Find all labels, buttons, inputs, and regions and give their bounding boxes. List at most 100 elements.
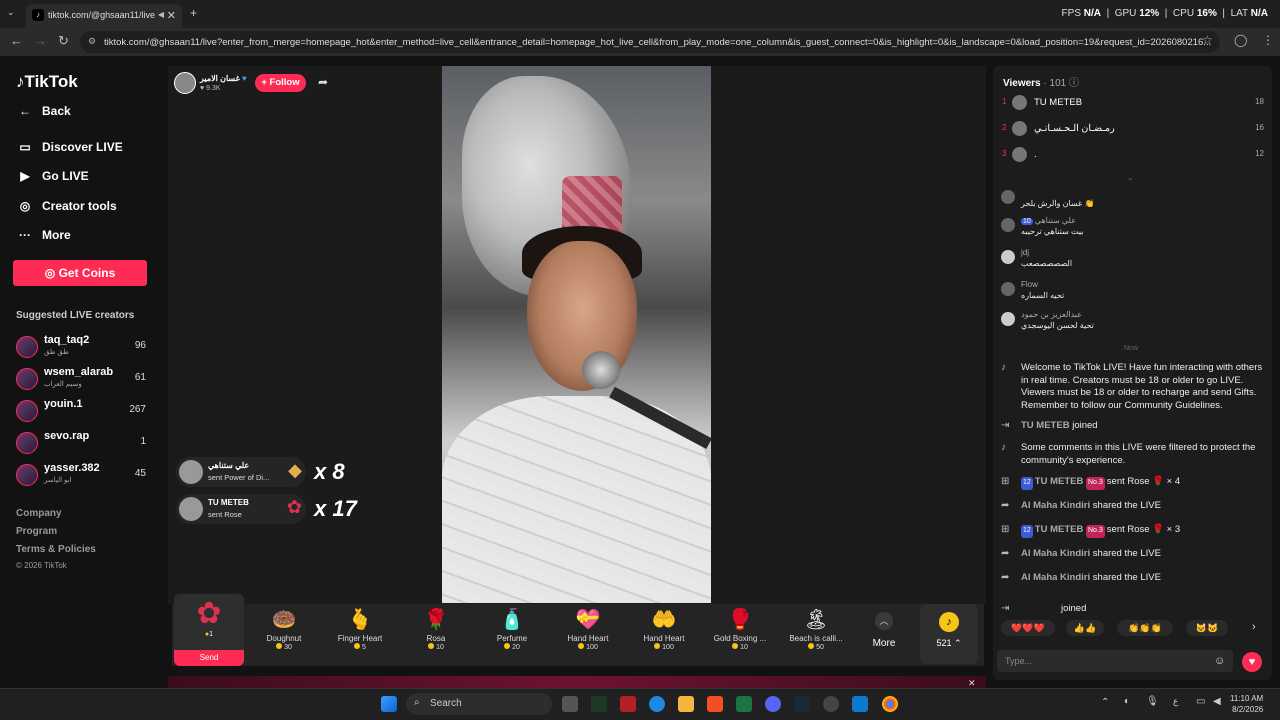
footer-link-program[interactable]: Program <box>16 526 57 537</box>
quick-reaction[interactable]: 👏👏👏 <box>1117 620 1173 636</box>
filter-text: Some comments in this LIVE were filtered… <box>1021 442 1256 466</box>
browser-tab[interactable]: ♪ tiktok.com/@ghsaan11/live ◀ ✕ <box>26 4 182 28</box>
gift-gold-boxing[interactable]: 🥊 Gold Boxing ... 10 <box>705 606 775 662</box>
gift-hand-heart-2[interactable]: 🤲 Hand Heart 100 <box>629 606 699 662</box>
coin-balance-button[interactable]: ♪ 521 ⌃ <box>920 604 978 664</box>
enter-icon: ⇥ <box>1001 603 1010 614</box>
event-text: 12 TU METEB No.3 sent Rose 🌹 × 3 <box>1021 524 1263 538</box>
new-tab-button[interactable]: + <box>190 6 197 20</box>
steam-icon[interactable] <box>794 696 810 712</box>
emoji-icon[interactable]: ☺ <box>1214 655 1225 667</box>
task-view-icon[interactable] <box>562 696 578 712</box>
language-icon[interactable]: ع <box>1173 696 1178 707</box>
chat-input[interactable]: Type... <box>997 650 1233 672</box>
discord-icon[interactable] <box>765 696 781 712</box>
reload-icon[interactable]: ↻ <box>58 33 69 49</box>
promo-banner[interactable] <box>168 676 986 688</box>
viewer-score: 16 <box>1255 123 1264 132</box>
share-icon[interactable]: ➦ <box>318 75 328 89</box>
file-explorer-icon[interactable] <box>678 696 694 712</box>
tiktok-logo[interactable]: ♪TikTok <box>16 72 78 92</box>
forward-arrow-icon[interactable]: → <box>34 33 47 48</box>
suggested-creator[interactable]: sevo.rap 1 <box>16 430 146 460</box>
verified-heart-icon: ♥ <box>242 74 247 83</box>
suggested-creator[interactable]: wsem_alarab وسيم العراب 61 <box>16 366 146 396</box>
app-icon[interactable] <box>591 696 607 712</box>
back-arrow-icon[interactable]: ← <box>10 33 23 48</box>
bookmark-star-icon[interactable]: ☆ <box>1202 33 1213 47</box>
suggested-creator[interactable]: youin.1 267 <box>16 398 146 428</box>
suggested-creator[interactable]: taq_taq2 طق طق 96 <box>16 334 146 364</box>
get-coins-label: Get Coins <box>58 266 116 280</box>
gift-hand-heart[interactable]: 💝 Hand Heart 100 <box>553 606 623 662</box>
gift-name: Finger Heart <box>337 634 383 643</box>
gift-finger-heart[interactable]: 🫰 Finger Heart 5 <box>325 606 395 662</box>
app-icon[interactable] <box>620 696 636 712</box>
sidebar-item-discover-live[interactable]: ▭ Discover LIVE <box>16 140 122 154</box>
network-icon[interactable]: ▭ <box>1196 696 1205 707</box>
tab-list-icon[interactable]: ⌄ <box>7 7 15 18</box>
viewers-header[interactable]: Viewers · 101 ⓘ <box>1003 74 1079 89</box>
quick-reaction[interactable]: ❤️❤️❤️ <box>1001 620 1055 636</box>
logo-text: TikTok <box>24 72 78 91</box>
join-message: ⇥ joined <box>1001 603 1263 615</box>
profile-icon[interactable]: ◯ <box>1234 33 1247 47</box>
comment-user: عبدالعزيز بن حمود <box>1021 310 1082 319</box>
get-coins-button[interactable]: ◎ Get Coins <box>13 260 147 286</box>
event-action: shared the LIVE <box>1092 548 1161 559</box>
footer-link-company[interactable]: Company <box>16 508 62 519</box>
tray-app-icon[interactable]: ◐ <box>1124 696 1130 707</box>
close-tab-icon[interactable]: ✕ <box>167 9 176 22</box>
viewer-row[interactable]: 3 . 12 <box>1002 147 1264 165</box>
site-info-icon[interactable]: ⚙ <box>88 36 96 47</box>
sidebar-item-go-live[interactable]: ▶ Go LIVE <box>16 169 88 183</box>
excel-icon[interactable] <box>736 696 752 712</box>
chrome-icon[interactable] <box>882 696 898 712</box>
edge-browser-icon[interactable] <box>649 696 665 712</box>
footer-link-terms[interactable]: Terms & Policies <box>16 544 96 555</box>
info-icon[interactable]: ⓘ <box>1069 78 1079 89</box>
sidebar-item-creator-tools[interactable]: ◎ Creator tools <box>16 199 117 213</box>
volume-icon[interactable]: ◀ <box>1213 696 1221 707</box>
system-clock[interactable]: 11:10 AM 8/2/2026 <box>1230 693 1263 715</box>
photos-icon[interactable] <box>852 696 868 712</box>
sidebar-item-more[interactable]: ··· More <box>16 228 71 242</box>
gift-combo-count: x 8 <box>314 459 345 484</box>
comment-text: تحية لحسن اليوسجدي <box>1021 321 1094 330</box>
gift-doughnut[interactable]: 🍩 Doughnut 30 <box>249 606 319 662</box>
avatar <box>16 432 38 454</box>
gift-perfume[interactable]: 🧴 Perfume 20 <box>477 606 547 662</box>
more-gifts-button[interactable]: ︿ More <box>868 612 900 649</box>
viewer-row[interactable]: 2 رمـضـان الـحـسـانـي 16 <box>1002 121 1264 139</box>
gift-rosa[interactable]: 🌹 Rosa 10 <box>401 606 471 662</box>
beach-icon: 🏝 <box>803 609 829 631</box>
live-video[interactable] <box>442 66 711 603</box>
taskbar-search[interactable]: ⌕ Search <box>406 693 552 715</box>
like-heart-button[interactable]: ♥ <box>1242 652 1262 672</box>
quick-reaction[interactable]: 👍👍 <box>1066 620 1104 636</box>
windows-start-icon[interactable] <box>381 696 397 712</box>
suggested-creator[interactable]: yasser.382 ابو الياسر 45 <box>16 462 146 492</box>
follow-button[interactable]: + Follow <box>255 74 306 92</box>
viewer-name: . <box>1034 149 1037 160</box>
microphone-icon[interactable]: 🎙 <box>1146 696 1159 707</box>
event-text: Al Maha Kindiri shared the LIVE <box>1021 548 1263 561</box>
chevron-down-icon[interactable]: ⌄ <box>1127 173 1134 182</box>
viewer-row[interactable]: 1 TU METEB 18 <box>1002 95 1264 113</box>
browser-menu-icon[interactable]: ⋮ <box>1262 33 1274 47</box>
gift-beach[interactable]: 🏝 Beach is calli... 50 <box>781 606 851 662</box>
app-icon[interactable] <box>823 696 839 712</box>
viewer-score: 18 <box>1255 97 1264 106</box>
chevron-up-icon[interactable]: ⌃ <box>1101 697 1109 708</box>
avatar <box>16 400 38 422</box>
coin-icon: ◎ <box>44 266 56 280</box>
speaker-icon[interactable]: ◀ <box>158 10 164 19</box>
creator-name: taq_taq2 <box>44 334 90 346</box>
send-gift-button[interactable]: Send <box>174 650 244 666</box>
back-link[interactable]: ← Back <box>16 104 71 118</box>
event-user: Al Maha Kindiri <box>1021 572 1091 583</box>
url-field[interactable]: ⚙ tiktok.com/@ghsaan11/live?enter_from_m… <box>80 31 1220 53</box>
quick-reaction[interactable]: 🐱🐱 <box>1186 620 1228 636</box>
chevron-right-icon[interactable]: › <box>1252 621 1256 633</box>
brave-browser-icon[interactable] <box>707 696 723 712</box>
